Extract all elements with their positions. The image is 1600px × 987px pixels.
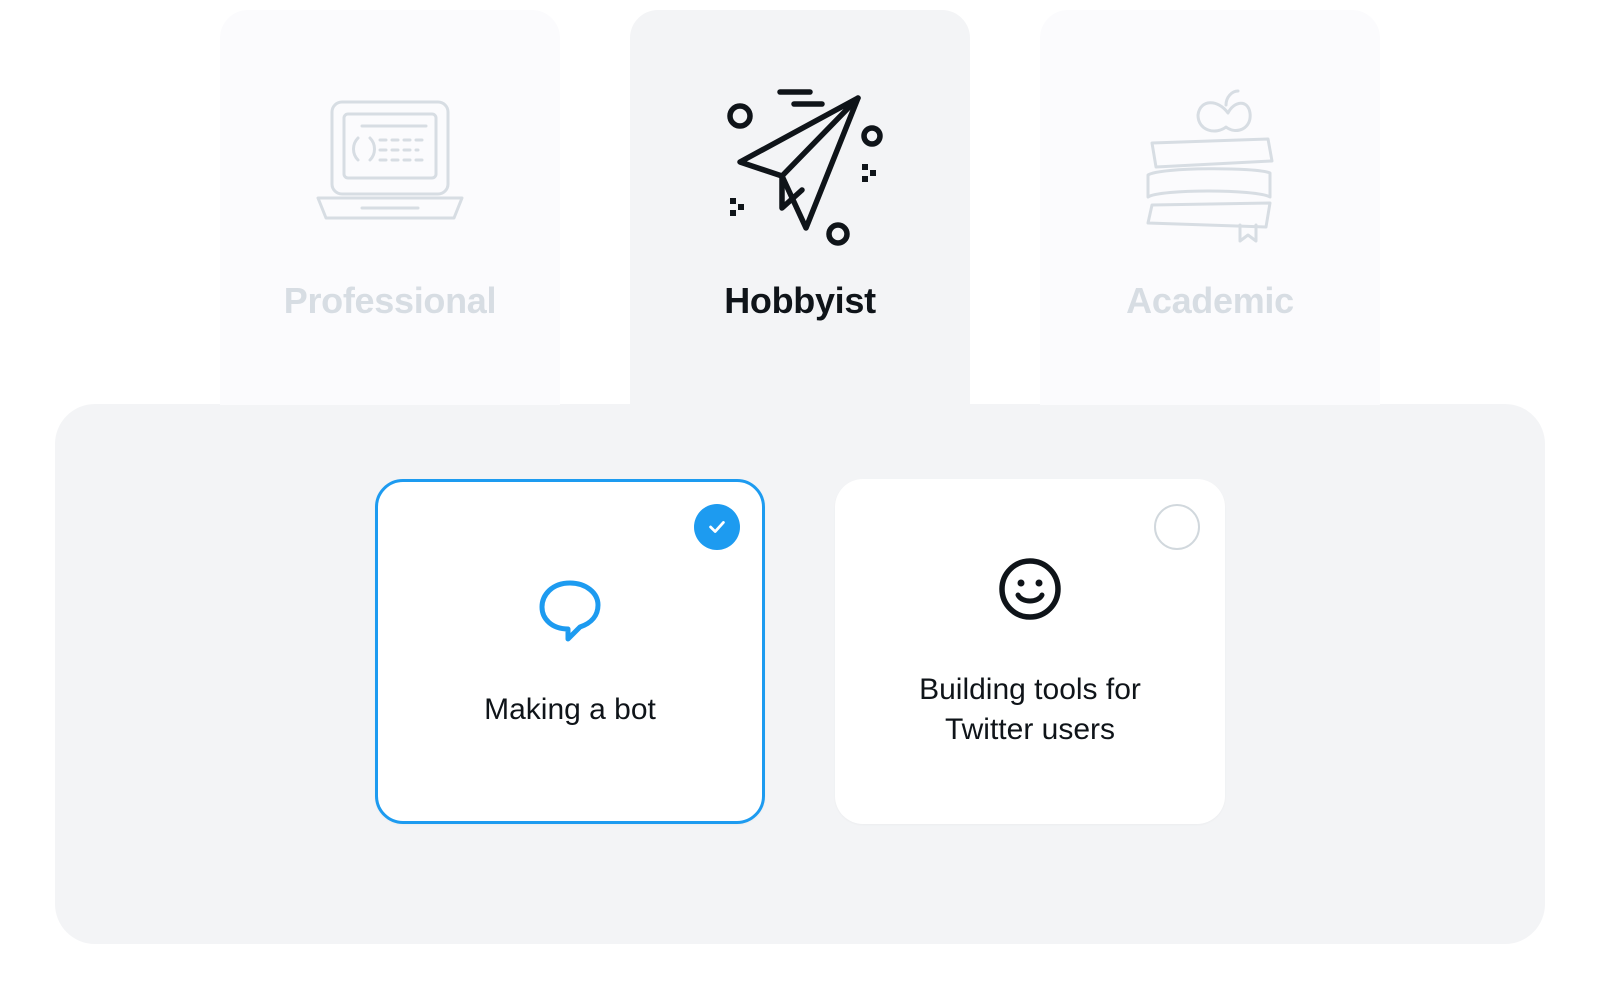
option-making-a-bot[interactable]: Making a bot [375,479,765,824]
tab-label: Academic [1126,280,1294,322]
tab-hobbyist[interactable]: Hobbyist [630,10,970,405]
tab-professional[interactable]: Professional [220,10,560,405]
tab-label: Hobbyist [724,280,876,322]
paper-plane-icon [710,80,890,250]
option-building-tools[interactable]: Building tools for Twitter users [835,479,1225,824]
smiley-face-icon [994,553,1066,625]
books-apple-icon [1120,80,1300,250]
speech-bubble-icon [534,573,606,645]
tab-academic[interactable]: Academic [1040,10,1380,405]
check-icon [694,504,740,550]
laptop-code-icon [300,80,480,250]
options-panel: Making a bot Building tools for Twitter … [55,404,1545,944]
option-label: Building tools for Twitter users [890,670,1170,751]
tab-label: Professional [284,280,496,322]
category-tabs: Professional [0,10,1600,405]
radio-empty-icon [1154,504,1200,550]
option-label: Making a bot [484,690,656,731]
